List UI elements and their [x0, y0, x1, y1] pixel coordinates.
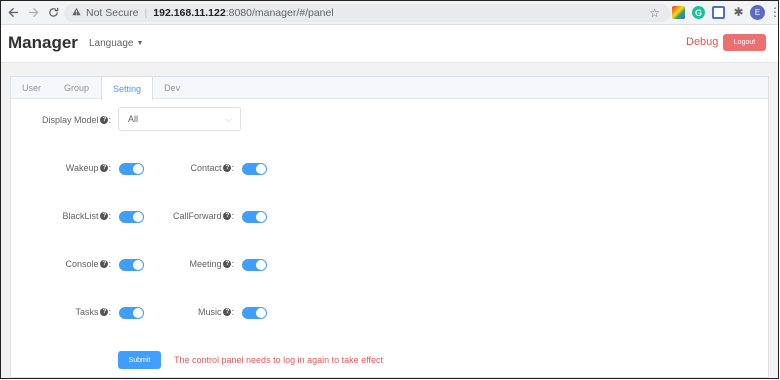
contact-text: Contact: [190, 163, 222, 173]
puzzle-extensions-icon[interactable]: ✱: [732, 6, 745, 19]
chevron-down-icon: ⌵: [225, 114, 232, 124]
app-header: Manager Language ▼ Debug Logout: [1, 25, 778, 63]
label-colon: :: [108, 307, 111, 317]
music-toggle[interactable]: [242, 307, 267, 319]
label-colon: :: [108, 259, 111, 269]
wakeup-text: Wakeup: [65, 163, 99, 173]
forward-arrow-icon[interactable]: [23, 3, 43, 23]
reload-icon[interactable]: [43, 3, 63, 23]
blacklist-text: BlackList: [62, 211, 99, 221]
label-colon: :: [108, 163, 111, 173]
logout-button[interactable]: Logout: [723, 34, 766, 51]
settings-card: User Group Setting Dev Display Model?: A…: [10, 76, 769, 378]
label-colon: :: [108, 115, 111, 125]
label-colon: :: [231, 259, 234, 269]
bookmark-star-icon[interactable]: ☆: [649, 6, 660, 20]
tab-dev[interactable]: Dev: [153, 77, 192, 99]
blacklist-toggle[interactable]: [119, 211, 144, 223]
tasks-toggle[interactable]: [119, 307, 144, 319]
url-path: :8080/manager/#/panel: [225, 7, 334, 19]
tasks-label: Tasks?:: [31, 307, 111, 317]
wakeup-toggle[interactable]: [119, 163, 144, 175]
blacklist-label: BlackList?:: [31, 211, 111, 221]
caret-down-icon: ▼: [136, 40, 144, 47]
display-model-text: Display Model: [41, 115, 99, 125]
display-model-select[interactable]: All ⌵: [118, 107, 241, 131]
profile-avatar[interactable]: E: [750, 5, 765, 20]
meeting-text: Meeting: [189, 259, 222, 269]
security-status: Not Secure: [86, 7, 139, 19]
callforward-toggle[interactable]: [242, 211, 267, 223]
tab-setting[interactable]: Setting: [101, 77, 154, 100]
label-colon: :: [108, 211, 111, 221]
kebab-menu-icon[interactable]: ⋮: [769, 6, 780, 19]
language-label: Language: [89, 38, 134, 49]
callforward-label: CallForward?:: [151, 211, 234, 221]
console-label: Console?:: [31, 259, 111, 269]
contact-label: Contact?:: [151, 163, 234, 173]
main-content: User Group Setting Dev Display Model?: A…: [1, 63, 778, 378]
address-bar[interactable]: Not Secure | 192.168.11.122 :8080/manage…: [64, 4, 670, 22]
tab-user[interactable]: User: [11, 77, 53, 99]
app-title: Manager: [8, 33, 78, 52]
relogin-notice: The control panel needs to log in again …: [174, 355, 383, 365]
debug-link[interactable]: Debug: [686, 36, 718, 48]
meeting-toggle[interactable]: [242, 259, 267, 271]
label-colon: :: [231, 163, 234, 173]
color-extension-icon[interactable]: [672, 6, 685, 19]
url-host: 192.168.11.122: [153, 7, 226, 19]
console-toggle[interactable]: [119, 259, 144, 271]
window-extension-icon[interactable]: [712, 6, 725, 19]
tab-group[interactable]: Group: [53, 77, 101, 99]
console-text: Console: [65, 259, 99, 269]
browser-toolbar: Not Secure | 192.168.11.122 :8080/manage…: [1, 1, 780, 25]
meeting-label: Meeting?:: [151, 259, 234, 269]
callforward-text: CallForward: [172, 211, 222, 221]
back-arrow-icon[interactable]: [3, 3, 23, 23]
warning-icon: [72, 7, 81, 19]
display-model-label: Display Model?:: [31, 115, 111, 125]
url-separator: |: [144, 7, 148, 19]
grammarly-extension-icon[interactable]: G: [692, 6, 705, 19]
display-model-value: All: [128, 114, 139, 124]
wakeup-label: Wakeup?:: [31, 163, 111, 173]
tasks-text: Tasks: [75, 307, 99, 317]
music-label: Music?:: [151, 307, 234, 317]
submit-button[interactable]: Submit: [118, 351, 161, 369]
contact-toggle[interactable]: [242, 163, 267, 175]
music-text: Music: [197, 307, 222, 317]
language-dropdown[interactable]: Language ▼: [89, 38, 143, 49]
tab-bar: User Group Setting Dev: [11, 77, 768, 100]
label-colon: :: [231, 307, 234, 317]
label-colon: :: [231, 211, 234, 221]
